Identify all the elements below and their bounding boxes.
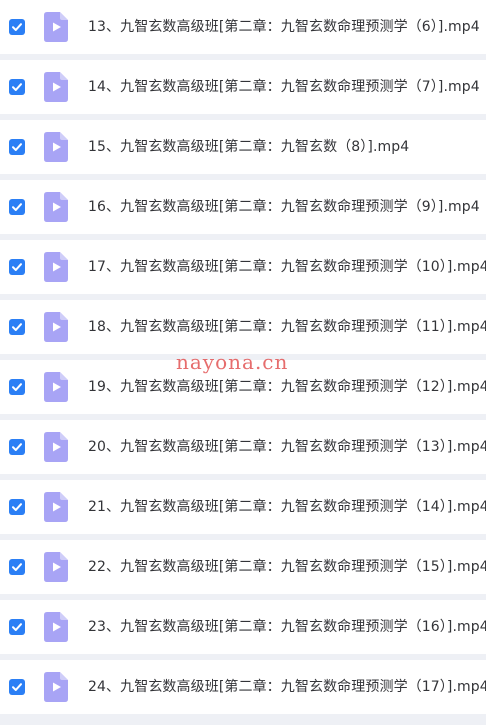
file-name[interactable]: 17、九智玄数高级班[第二章：九智玄数命理预测学（10）].mp4	[88, 240, 486, 294]
file-row[interactable]: 20、九智玄数高级班[第二章：九智玄数命理预测学（13）].mp4	[0, 420, 486, 474]
checkmark-icon	[12, 203, 22, 211]
checkmark-icon	[12, 83, 22, 91]
file-row[interactable]: 23、九智玄数高级班[第二章：九智玄数命理预测学（16）].mp4	[0, 600, 486, 654]
checkmark-icon	[12, 263, 22, 271]
file-checkbox[interactable]	[9, 259, 25, 275]
file-name[interactable]: 19、九智玄数高级班[第二章：九智玄数命理预测学（12）].mp4	[88, 360, 486, 414]
file-row[interactable]: 19、九智玄数高级班[第二章：九智玄数命理预测学（12）].mp4	[0, 360, 486, 414]
file-checkbox[interactable]	[9, 199, 25, 215]
file-row[interactable]: 17、九智玄数高级班[第二章：九智玄数命理预测学（10）].mp4	[0, 240, 486, 294]
file-row[interactable]: 21、九智玄数高级班[第二章：九智玄数命理预测学（14）].mp4	[0, 480, 486, 534]
file-checkbox[interactable]	[9, 439, 25, 455]
file-row[interactable]: 13、九智玄数高级班[第二章：九智玄数命理预测学（6）].mp4	[0, 0, 486, 54]
file-checkbox[interactable]	[9, 679, 25, 695]
file-name[interactable]: 16、九智玄数高级班[第二章：九智玄数命理预测学（9）].mp4	[88, 180, 480, 234]
video-file-icon	[44, 312, 68, 342]
checkmark-icon	[12, 383, 22, 391]
video-file-icon	[44, 552, 68, 582]
video-file-icon	[44, 492, 68, 522]
file-row[interactable]: 18、九智玄数高级班[第二章：九智玄数命理预测学（11）].mp4	[0, 300, 486, 354]
video-file-icon	[44, 132, 68, 162]
file-row[interactable]: 24、九智玄数高级班[第二章：九智玄数命理预测学（17）].mp4	[0, 660, 486, 714]
video-file-icon	[44, 252, 68, 282]
checkmark-icon	[12, 143, 22, 151]
checkmark-icon	[12, 503, 22, 511]
file-name[interactable]: 13、九智玄数高级班[第二章：九智玄数命理预测学（6）].mp4	[88, 0, 480, 54]
file-checkbox[interactable]	[9, 79, 25, 95]
video-file-icon	[44, 192, 68, 222]
file-checkbox[interactable]	[9, 139, 25, 155]
file-name[interactable]: 18、九智玄数高级班[第二章：九智玄数命理预测学（11）].mp4	[88, 300, 486, 354]
checkmark-icon	[12, 23, 22, 31]
file-checkbox[interactable]	[9, 619, 25, 635]
file-checkbox[interactable]	[9, 499, 25, 515]
file-checkbox[interactable]	[9, 19, 25, 35]
file-name[interactable]: 14、九智玄数高级班[第二章：九智玄数命理预测学（7）].mp4	[88, 60, 480, 114]
file-checkbox[interactable]	[9, 379, 25, 395]
file-name[interactable]: 23、九智玄数高级班[第二章：九智玄数命理预测学（16）].mp4	[88, 600, 486, 654]
checkmark-icon	[12, 623, 22, 631]
video-file-icon	[44, 672, 68, 702]
checkmark-icon	[12, 323, 22, 331]
file-row[interactable]: 16、九智玄数高级班[第二章：九智玄数命理预测学（9）].mp4	[0, 180, 486, 234]
file-row[interactable]: 22、九智玄数高级班[第二章：九智玄数命理预测学（15）].mp4	[0, 540, 486, 594]
video-file-icon	[44, 72, 68, 102]
file-row[interactable]: 15、九智玄数高级班[第二章：九智玄数（8）].mp4	[0, 120, 486, 174]
file-name[interactable]: 20、九智玄数高级班[第二章：九智玄数命理预测学（13）].mp4	[88, 420, 486, 474]
video-file-icon	[44, 12, 68, 42]
video-file-icon	[44, 432, 68, 462]
file-name[interactable]: 24、九智玄数高级班[第二章：九智玄数命理预测学（17）].mp4	[88, 660, 486, 714]
file-name[interactable]: 21、九智玄数高级班[第二章：九智玄数命理预测学（14）].mp4	[88, 480, 486, 534]
checkmark-icon	[12, 443, 22, 451]
file-name[interactable]: 15、九智玄数高级班[第二章：九智玄数（8）].mp4	[88, 120, 409, 174]
file-row[interactable]: 14、九智玄数高级班[第二章：九智玄数命理预测学（7）].mp4	[0, 60, 486, 114]
video-file-icon	[44, 612, 68, 642]
checkmark-icon	[12, 683, 22, 691]
checkmark-icon	[12, 563, 22, 571]
video-file-icon	[44, 372, 68, 402]
file-checkbox[interactable]	[9, 319, 25, 335]
file-checkbox[interactable]	[9, 559, 25, 575]
file-name[interactable]: 22、九智玄数高级班[第二章：九智玄数命理预测学（15）].mp4	[88, 540, 486, 594]
